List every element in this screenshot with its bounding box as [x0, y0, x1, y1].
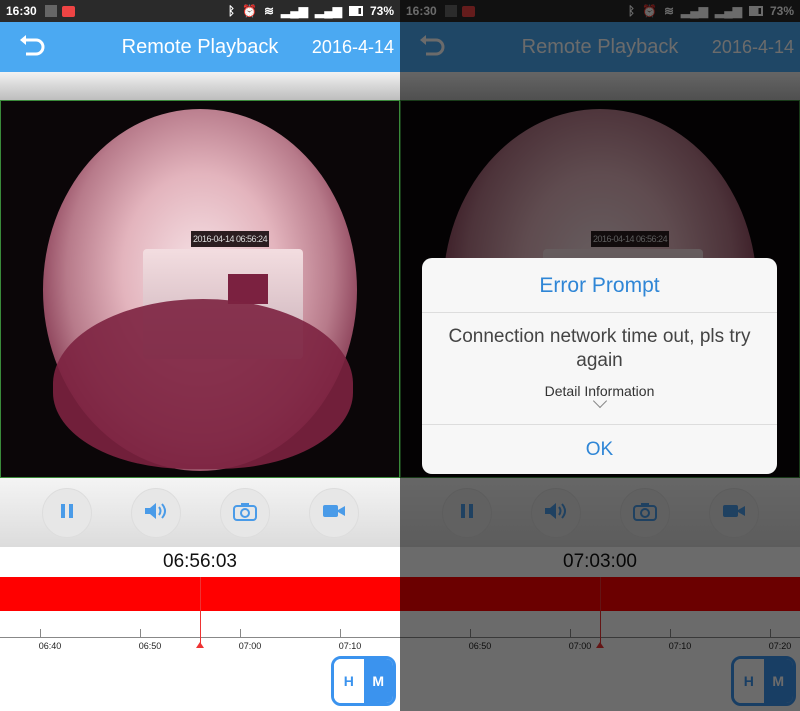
timeline-tick-label: 06:40	[38, 641, 62, 651]
timeline-tick	[140, 629, 141, 637]
zoom-toggle[interactable]: H M	[331, 656, 396, 706]
notification-icon	[44, 5, 57, 17]
volume-button[interactable]	[131, 488, 181, 538]
signal-icon: ▂▄▆	[281, 4, 308, 18]
timeline-tick-label: 07:00	[238, 641, 262, 651]
mail-icon	[61, 5, 75, 17]
timeline-tick	[240, 629, 241, 637]
pause-button[interactable]	[42, 488, 92, 538]
minute-option[interactable]: M	[363, 659, 393, 703]
pause-icon	[57, 501, 77, 526]
timeline-tick-label: 07:10	[338, 641, 362, 651]
osd-timestamp: 2016-04-14 06:56:24	[191, 231, 270, 247]
detail-information-toggle[interactable]: Detail Information	[422, 383, 777, 409]
bluetooth-icon: ᛒ	[227, 4, 236, 18]
camera-icon	[232, 500, 258, 527]
playback-controls	[0, 478, 400, 547]
signal-icon: ▂▄▆	[315, 4, 342, 18]
hour-option[interactable]: H	[334, 659, 364, 703]
foreground-scene	[53, 299, 353, 469]
dialog-message: Connection network time out, pls try aga…	[448, 326, 751, 371]
timeline-tick	[340, 629, 341, 637]
fisheye-video-frame	[43, 109, 357, 471]
status-time: 16:30	[6, 4, 37, 18]
snapshot-button[interactable]	[220, 488, 270, 538]
timeline-tick	[40, 629, 41, 637]
screen-1: 16:30 ᛒ ⏰ ≋ ▂▄▆ ▂▄▆ 73% Remote Playback …	[0, 0, 400, 711]
status-bar: 16:30 ᛒ ⏰ ≋ ▂▄▆ ▂▄▆ 73%	[0, 0, 400, 22]
battery-icon	[348, 6, 363, 16]
video-player[interactable]: 2016-04-14 06:56:24 Ub1	[0, 100, 400, 560]
current-time: 06:56:03	[0, 547, 400, 577]
divider	[0, 72, 400, 100]
timeline-tick-label: 06:50	[138, 641, 162, 651]
error-dialog: Error Prompt Connection network time out…	[422, 258, 777, 474]
date-selector[interactable]: 2016-4-14	[312, 37, 394, 58]
ok-button[interactable]: OK	[422, 424, 777, 474]
battery-percent: 73%	[369, 4, 394, 18]
record-button[interactable]	[309, 488, 359, 538]
video-record-icon	[321, 501, 347, 526]
app-header: Remote Playback 2016-4-14	[0, 22, 400, 72]
speaker-icon	[143, 500, 169, 527]
screen-2: 16:30 ᛒ ⏰ ≋ ▂▄▆ ▂▄▆ 73% Remote Playback …	[400, 0, 800, 711]
wifi-icon: ≋	[263, 4, 275, 18]
dialog-title: Error Prompt	[422, 258, 777, 313]
playhead-marker	[196, 642, 204, 648]
alarm-icon: ⏰	[242, 4, 257, 18]
playhead[interactable]	[200, 577, 201, 645]
